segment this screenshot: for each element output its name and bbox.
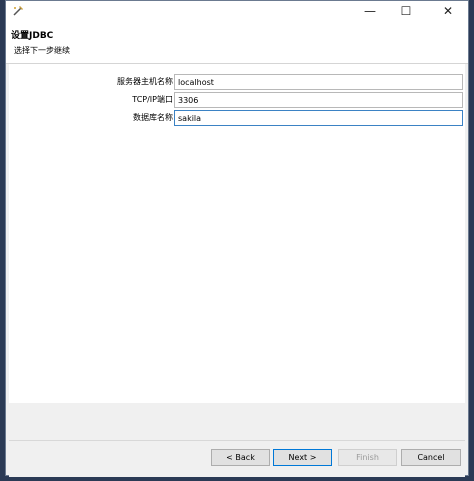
database-input[interactable] [174, 110, 463, 126]
host-label: 服务器主机名称 [117, 77, 173, 86]
host-row: 服务器主机名称 [9, 74, 465, 91]
form-panel: 服务器主机名称 TCP/IP端口 数据库名称 [9, 64, 465, 403]
dialog-window: — ☐ ✕ 设置JDBC 选择下一步继续 服务器主机名称 TCP/IP端口 数据… [5, 0, 469, 477]
divider [9, 440, 465, 441]
next-button[interactable]: Next > [273, 449, 332, 466]
host-input[interactable] [174, 74, 463, 90]
wizard-header: 设置JDBC 选择下一步继续 [6, 21, 468, 64]
close-button[interactable]: ✕ [432, 1, 464, 21]
button-bar: < Back Next > Finish Cancel [9, 403, 465, 477]
wizard-icon [13, 6, 23, 16]
page-subtitle: 选择下一步继续 [14, 46, 70, 55]
port-input[interactable] [174, 92, 463, 108]
port-label: TCP/IP端口 [132, 95, 173, 104]
database-label: 数据库名称 [133, 113, 173, 122]
back-button[interactable]: < Back [211, 449, 270, 466]
minimize-button[interactable]: — [354, 1, 386, 21]
title-bar[interactable]: — ☐ ✕ [6, 1, 468, 21]
close-icon: ✕ [442, 4, 454, 18]
page-title: 设置JDBC [11, 31, 54, 41]
maximize-icon: ☐ [400, 4, 412, 18]
database-row: 数据库名称 [9, 110, 465, 127]
finish-button[interactable]: Finish [338, 449, 397, 466]
port-row: TCP/IP端口 [9, 92, 465, 109]
cancel-button[interactable]: Cancel [401, 449, 461, 466]
maximize-button[interactable]: ☐ [390, 1, 422, 21]
minimize-icon: — [364, 4, 376, 18]
